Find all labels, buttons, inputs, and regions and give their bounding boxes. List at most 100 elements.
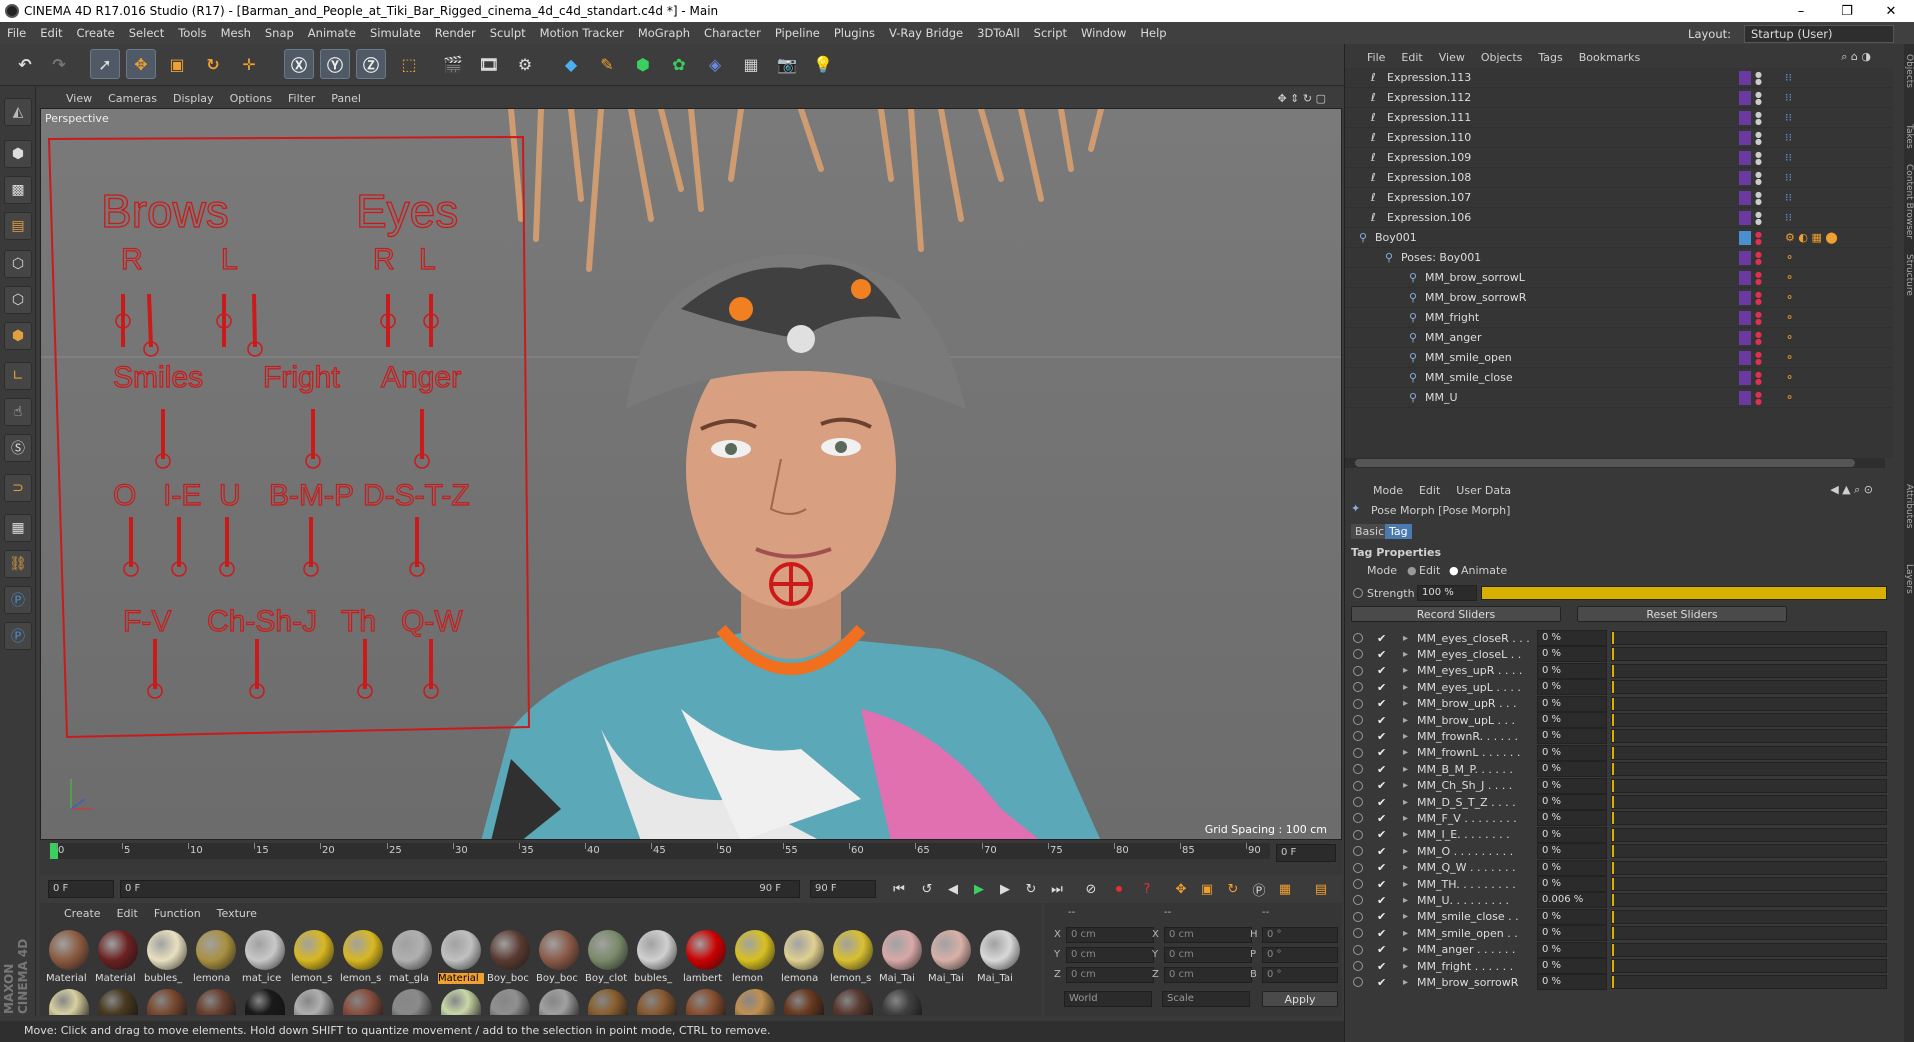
layer-color-swatch[interactable]	[1739, 110, 1751, 125]
strength-keyframe-icon[interactable]	[1353, 588, 1363, 598]
layer-color-swatch[interactable]	[1739, 390, 1751, 405]
material-swatch[interactable]	[98, 989, 138, 1015]
side-tab-attributes[interactable]: Attributes	[1904, 484, 1914, 528]
enable-checkbox-icon[interactable]: ✔	[1377, 845, 1386, 858]
object-row[interactable]: ⚲ MM_brow_sorrowR ● ● ⚬	[1345, 288, 1893, 308]
object-row[interactable]: ⚲ MM_smile_open ● ● ⚬	[1345, 348, 1893, 368]
side-tab-takes[interactable]: Takes	[1904, 124, 1914, 149]
material-swatch[interactable]: bubles_	[634, 927, 680, 987]
camera-icon[interactable]: 📷	[772, 49, 802, 79]
enable-checkbox-icon[interactable]: ✔	[1377, 878, 1386, 891]
slider-keyframe-icon[interactable]	[1353, 944, 1363, 955]
record-keys-icon[interactable]: ⏺	[1108, 879, 1130, 899]
axis-mode-icon[interactable]: ∟	[4, 362, 32, 390]
morph-slider-handle[interactable]	[1612, 632, 1614, 644]
expand-icon[interactable]: ▸	[1403, 715, 1408, 726]
attributes-menu-user-data[interactable]: User Data	[1448, 484, 1519, 497]
start-frame-field[interactable]: 0 F	[48, 880, 114, 898]
morph-slider[interactable]	[1611, 860, 1887, 875]
reset-sliders-button[interactable]: Reset Sliders	[1577, 606, 1787, 622]
mode-edit-radio-icon[interactable]: ●	[1407, 564, 1417, 577]
tweak-mode-icon[interactable]: ☝	[4, 398, 32, 426]
material-swatch[interactable]: Boy_boc	[536, 927, 582, 987]
enable-checkbox-icon[interactable]: ✔	[1377, 861, 1386, 874]
expand-icon[interactable]: ▸	[1403, 895, 1408, 906]
object-row[interactable]: ℓ Expression.107 ● ● ⁝⁝	[1345, 188, 1893, 208]
enable-checkbox-icon[interactable]: ✔	[1377, 796, 1386, 809]
expand-icon[interactable]: ▸	[1403, 780, 1408, 791]
expand-icon[interactable]: ▸	[1403, 928, 1408, 939]
layer-color-swatch[interactable]	[1739, 370, 1751, 385]
morph-slider[interactable]	[1611, 926, 1887, 941]
material-swatch[interactable]: Material	[46, 927, 92, 987]
tab-tag[interactable]: Tag	[1385, 524, 1412, 539]
key-position-icon[interactable]: ✥	[1170, 879, 1192, 899]
key-parameter-icon[interactable]: Ⓟ	[1248, 879, 1270, 899]
layer-color-swatch[interactable]	[1739, 230, 1751, 245]
timeline-options-icon[interactable]: ▤	[1310, 879, 1332, 899]
minimize-button[interactable]: –	[1778, 0, 1824, 22]
morph-slider-handle[interactable]	[1612, 976, 1614, 989]
locked-workplane-icon[interactable]: ⛓	[4, 550, 32, 578]
material-swatch[interactable]	[294, 989, 334, 1015]
enable-checkbox-icon[interactable]: ✔	[1377, 648, 1386, 661]
slider-keyframe-icon[interactable]	[1353, 879, 1363, 889]
enable-checkbox-icon[interactable]: ✔	[1377, 632, 1386, 645]
points-mode-icon[interactable]: ⬡	[4, 250, 32, 278]
object-tags-icon[interactable]: ⚬	[1785, 351, 1794, 364]
material-swatch[interactable]	[343, 989, 383, 1015]
python-script-icon[interactable]: Ⓟ	[4, 586, 32, 614]
visibility-dots-icon[interactable]: ● ●	[1755, 370, 1762, 385]
material-menu-edit[interactable]: Edit	[109, 907, 146, 920]
visibility-dots-icon[interactable]: ● ●	[1755, 270, 1762, 285]
viewport-menu-filter[interactable]: Filter	[280, 92, 323, 105]
object-tags-icon[interactable]: ⚬	[1785, 291, 1794, 304]
rotation-p-field[interactable]: 0 °	[1262, 947, 1338, 963]
preview-range-slider[interactable]: 0 F 90 F	[120, 880, 800, 898]
menu-motion-tracker[interactable]: Motion Tracker	[533, 26, 631, 40]
redo-icon[interactable]: ↷	[44, 49, 74, 79]
apply-button[interactable]: Apply	[1262, 991, 1338, 1007]
object-row[interactable]: ⚲ MM_fright ● ● ⚬	[1345, 308, 1893, 328]
material-swatch[interactable]	[588, 989, 628, 1015]
object-row[interactable]: ℓ Expression.110 ● ● ⁝⁝	[1345, 128, 1893, 148]
slider-keyframe-icon[interactable]	[1353, 665, 1363, 676]
layer-color-swatch[interactable]	[1739, 70, 1751, 85]
slider-keyframe-icon[interactable]	[1353, 813, 1363, 824]
material-swatch[interactable]	[637, 989, 677, 1015]
morph-slider-handle[interactable]	[1612, 943, 1614, 956]
layer-color-swatch[interactable]	[1739, 150, 1751, 165]
morph-slider-handle[interactable]	[1612, 779, 1614, 792]
slider-keyframe-icon[interactable]	[1353, 649, 1363, 660]
y-axis-lock-icon[interactable]: Ⓨ	[320, 49, 350, 79]
menu-3dtoall[interactable]: 3DToAll	[970, 26, 1027, 40]
material-swatch[interactable]	[784, 989, 824, 1015]
object-tags-icon[interactable]: ⁝⁝	[1785, 151, 1792, 164]
visibility-dots-icon[interactable]: ● ●	[1755, 150, 1762, 165]
enable-checkbox-icon[interactable]: ✔	[1377, 779, 1386, 792]
side-tab-layers[interactable]: Layers	[1904, 564, 1914, 594]
menu-help[interactable]: Help	[1133, 26, 1173, 40]
enable-checkbox-icon[interactable]: ✔	[1377, 927, 1386, 940]
morph-slider[interactable]	[1611, 942, 1887, 957]
slider-keyframe-icon[interactable]	[1353, 780, 1363, 791]
visibility-dots-icon[interactable]: ● ●	[1755, 350, 1762, 365]
visibility-dots-icon[interactable]: ● ●	[1755, 250, 1762, 265]
expand-icon[interactable]: ▸	[1403, 879, 1408, 890]
z-axis-lock-icon[interactable]: Ⓩ	[356, 49, 386, 79]
material-swatch[interactable]: Material	[95, 927, 141, 987]
layer-color-swatch[interactable]	[1739, 210, 1751, 225]
object-tags-icon[interactable]: ⚬	[1785, 311, 1794, 324]
coordinate-system-icon[interactable]: ⬚	[394, 49, 424, 79]
polygons-mode-icon[interactable]: ⬢	[4, 322, 32, 350]
object-tags-icon[interactable]: ⁝⁝	[1785, 111, 1792, 124]
object-row[interactable]: ℓ Expression.112 ● ● ⁝⁝	[1345, 88, 1893, 108]
material-swatch[interactable]: Mai_Tai	[977, 927, 1023, 987]
objects-menu-bookmarks[interactable]: Bookmarks	[1571, 51, 1648, 64]
enable-checkbox-icon[interactable]: ✔	[1377, 763, 1386, 776]
enable-checkbox-icon[interactable]: ✔	[1377, 746, 1386, 759]
morph-slider[interactable]	[1611, 893, 1887, 908]
viewport-menu-display[interactable]: Display	[165, 92, 222, 105]
visibility-dots-icon[interactable]: ● ●	[1755, 130, 1762, 145]
size-x-field[interactable]: 0 cm	[1164, 927, 1252, 943]
